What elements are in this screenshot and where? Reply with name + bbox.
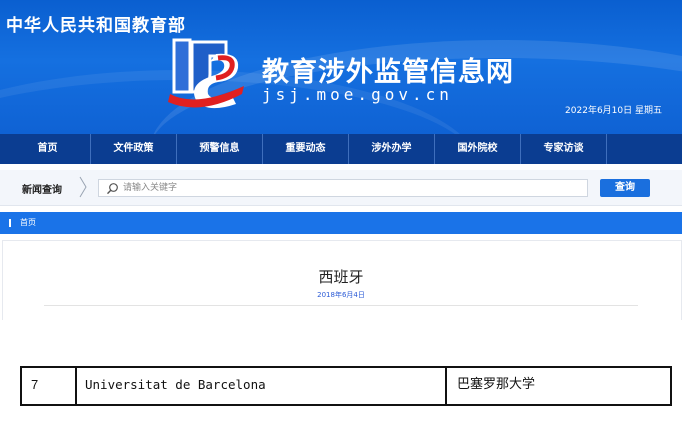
article-divider — [44, 305, 638, 306]
site-title[interactable]: 教育涉外监管信息网 — [262, 50, 514, 89]
institution-table: 7 Universitat de Barcelona 巴塞罗那大学 — [20, 366, 672, 406]
breadcrumb-marker-icon — [9, 219, 11, 227]
breadcrumb: 首页 — [0, 212, 682, 234]
nav-item-policy[interactable]: 文件政策 — [91, 134, 177, 164]
breadcrumb-home-link[interactable]: 首页 — [20, 217, 36, 228]
chevron-right-icon — [79, 176, 87, 198]
search-input[interactable] — [123, 180, 583, 196]
site-domain: jsj.moe.gov.cn — [262, 85, 453, 104]
search-icon — [107, 183, 118, 195]
main-nav: 首页 文件政策 预警信息 重要动态 涉外办学 国外院校 专家访谈 — [0, 134, 682, 164]
nav-item-foreign-institutions[interactable]: 国外院校 — [435, 134, 521, 164]
search-button[interactable]: 查询 — [600, 179, 650, 197]
article-title: 西班牙 — [318, 268, 364, 286]
search-field — [98, 179, 588, 197]
nav-item-home[interactable]: 首页 — [5, 134, 91, 164]
nav-item-expert-interviews[interactable]: 专家访谈 — [521, 134, 607, 164]
ministry-name[interactable]: 中华人民共和国教育部 — [6, 11, 186, 36]
nav-item-news[interactable]: 重要动态 — [263, 134, 349, 164]
article-date: 2018年6月4日 — [317, 291, 365, 299]
site-logo-icon[interactable] — [166, 34, 248, 116]
nav-item-warnings[interactable]: 预警信息 — [177, 134, 263, 164]
search-label: 新闻查询 — [22, 185, 62, 196]
table-cell-chinese-name: 巴塞罗那大学 — [457, 377, 536, 392]
table-cell-number: 7 — [31, 377, 39, 392]
site-header: 中华人民共和国教育部 教育涉外监管信息网 jsj.moe.gov.cn 2022… — [0, 0, 682, 134]
nav-item-cooperative-schools[interactable]: 涉外办学 — [349, 134, 435, 164]
current-date: 2022年6月10日 星期五 — [565, 106, 662, 116]
table-cell-institution-name: Universitat de Barcelona — [85, 377, 266, 392]
news-search-bar: 新闻查询 查询 — [0, 170, 682, 206]
